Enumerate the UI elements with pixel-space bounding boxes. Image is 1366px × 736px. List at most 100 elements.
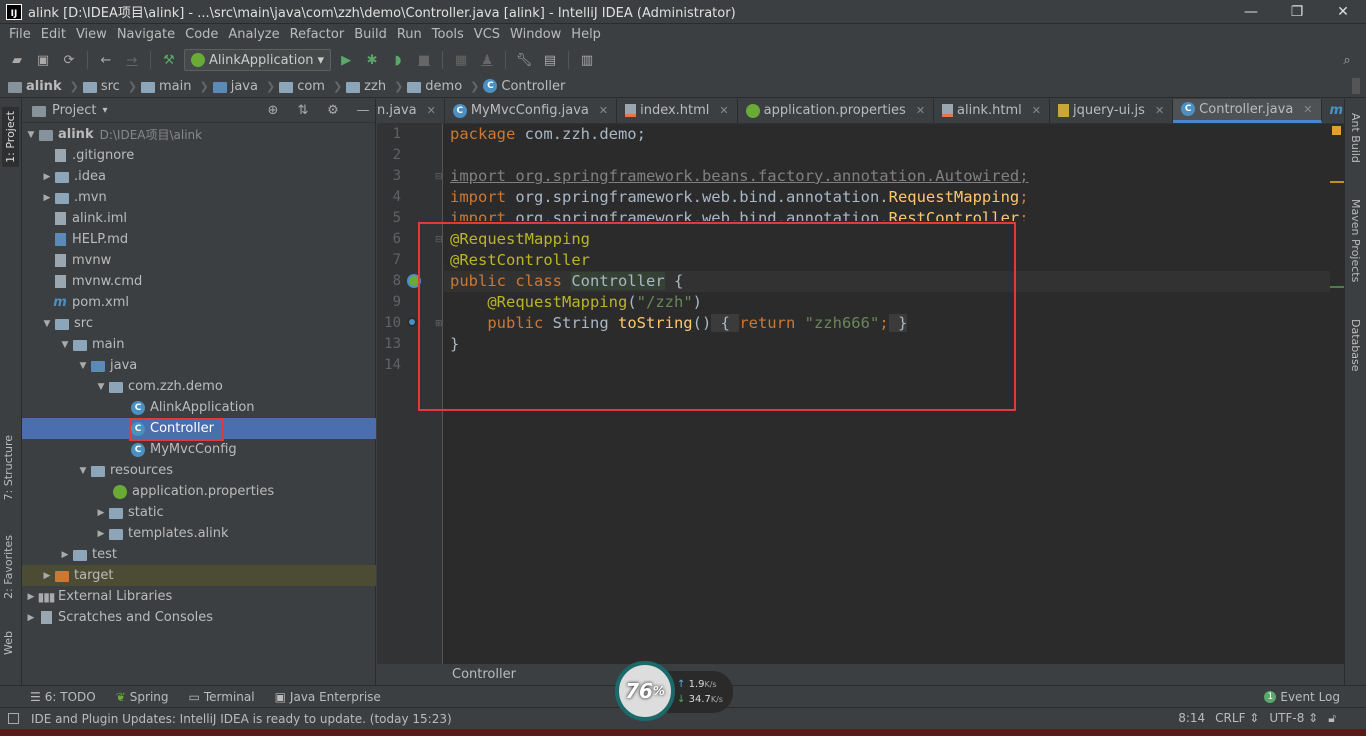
tool-terminal[interactable]: ▭ Terminal xyxy=(181,690,263,704)
menu-run[interactable]: Run xyxy=(392,24,427,45)
tab-web-tool[interactable]: Web xyxy=(2,631,15,655)
expand-arrow-icon[interactable]: ▶ xyxy=(24,613,38,623)
tree-item-static[interactable]: ▶ static xyxy=(22,502,376,523)
close-icon[interactable]: ✕ xyxy=(719,104,728,117)
tree-item-mvnw-cmd[interactable]: mvnw.cmd xyxy=(22,271,376,292)
editor-breadcrumb-controller[interactable]: Controller xyxy=(452,667,516,682)
tree-item-main[interactable]: ▼ main xyxy=(22,334,376,355)
close-icon[interactable]: ✕ xyxy=(427,104,436,117)
maximize-button[interactable]: ❐ xyxy=(1274,0,1320,24)
tree-item-mymvcconfig[interactable]: C MyMvcConfig xyxy=(22,439,376,460)
menu-edit[interactable]: Edit xyxy=(36,24,71,45)
override-gutter-icon[interactable] xyxy=(407,317,417,327)
locate-icon[interactable]: ⊕ xyxy=(261,103,285,118)
tool-spring[interactable]: ❦ Spring xyxy=(108,690,177,704)
search-everywhere-icon[interactable]: ⌕ xyxy=(1336,49,1358,71)
gear-icon[interactable]: ⚙ xyxy=(321,103,345,118)
tab-alink-html[interactable]: alink.html ✕ xyxy=(934,99,1050,123)
tab-project-tool[interactable]: 1: Project xyxy=(2,107,19,167)
sync-icon[interactable]: ⟳ xyxy=(58,49,80,71)
close-button[interactable]: ✕ xyxy=(1320,0,1366,24)
breadcrumb-alink[interactable]: alink xyxy=(8,79,66,94)
event-log-button[interactable]: 1 Event Log xyxy=(1256,690,1348,704)
tab-controller-java[interactable]: C Controller.java ✕ xyxy=(1173,99,1322,123)
editor-scrollbar[interactable] xyxy=(1330,124,1344,664)
status-toggle-icon[interactable] xyxy=(8,713,19,724)
tree-item-java[interactable]: ▼ java xyxy=(22,355,376,376)
tool-java-enterprise[interactable]: ▣ Java Enterprise xyxy=(267,690,389,704)
expand-arrow-icon[interactable]: ▼ xyxy=(24,130,38,140)
tree-item-test[interactable]: ▶ test xyxy=(22,544,376,565)
tree-item-mvnw[interactable]: mvnw xyxy=(22,250,376,271)
attach-icon[interactable]: ▦ xyxy=(450,49,472,71)
lock-icon[interactable]: 🔓︎ xyxy=(1328,711,1336,726)
expand-arrow-icon[interactable]: ▶ xyxy=(58,550,72,560)
breadcrumb-com[interactable]: com xyxy=(279,79,329,94)
build-hammer-icon[interactable]: ⚒ xyxy=(158,49,180,71)
menu-file[interactable]: File xyxy=(4,24,36,45)
menu-code[interactable]: Code xyxy=(180,24,223,45)
stop-icon[interactable]: ■ xyxy=(413,49,435,71)
profiler-icon[interactable]: ♟ xyxy=(476,49,498,71)
expand-arrow-icon[interactable]: ▼ xyxy=(76,361,90,371)
terminal-icon[interactable]: ▥ xyxy=(576,49,598,71)
tree-item-src[interactable]: ▼ src xyxy=(22,313,376,334)
tab-jquery-ui-js[interactable]: jquery-ui.js ✕ xyxy=(1050,99,1174,123)
tab-maven-projects[interactable]: Maven Projects xyxy=(1349,199,1362,282)
expand-arrow-icon[interactable]: ▼ xyxy=(76,466,90,476)
save-icon[interactable]: ▣ xyxy=(32,49,54,71)
chevron-down-icon[interactable]: ▾ xyxy=(102,105,107,116)
breadcrumb-controller[interactable]: C Controller xyxy=(483,79,569,94)
tree-item-resources[interactable]: ▼ resources xyxy=(22,460,376,481)
close-icon[interactable]: ✕ xyxy=(1032,104,1041,117)
expand-arrow-icon[interactable]: ▶ xyxy=(94,508,108,518)
fold-marker-icon[interactable]: ⊟ xyxy=(435,172,443,182)
tool-todo[interactable]: ☰ 6: TODO xyxy=(22,690,104,704)
run-configuration-select[interactable]: AlinkApplication ▾ xyxy=(184,49,332,71)
run-icon[interactable]: ▶ xyxy=(335,49,357,71)
tab-mymvcconfig[interactable]: C MyMvcConfig.java ✕ xyxy=(445,99,618,123)
line-separator[interactable]: CRLF ⇕ xyxy=(1215,711,1259,726)
menu-refactor[interactable]: Refactor xyxy=(285,24,350,45)
tree-item-alinkapplication[interactable]: C AlinkApplication xyxy=(22,397,376,418)
hide-panel-icon[interactable]: — xyxy=(351,103,375,118)
menu-analyze[interactable]: Analyze xyxy=(223,24,284,45)
menu-vcs[interactable]: VCS xyxy=(469,24,505,45)
breadcrumb-zzh[interactable]: zzh xyxy=(346,79,390,94)
breadcrumb-demo[interactable]: demo xyxy=(407,79,466,94)
tree-item-scratches[interactable]: ▶ Scratches and Consoles xyxy=(22,607,376,628)
collapse-all-icon[interactable]: ⇅ xyxy=(291,103,315,118)
tree-item-application-properties[interactable]: application.properties xyxy=(22,481,376,502)
expand-arrow-icon[interactable]: ▶ xyxy=(94,529,108,539)
expand-arrow-icon[interactable]: ▶ xyxy=(40,172,54,182)
tree-item-external-libraries[interactable]: ▶ ▮▮▮ External Libraries xyxy=(22,586,376,607)
breadcrumb-java[interactable]: java xyxy=(212,79,262,94)
menu-window[interactable]: Window xyxy=(505,24,566,45)
close-icon[interactable]: ✕ xyxy=(916,104,925,117)
expand-arrow-icon[interactable]: ▼ xyxy=(40,319,54,329)
tree-item-alink-iml[interactable]: alink.iml xyxy=(22,208,376,229)
nav-scroll-handle[interactable] xyxy=(1352,78,1360,94)
tab-favorites-tool[interactable]: 2: Favorites xyxy=(2,535,15,599)
back-icon[interactable]: ← xyxy=(95,49,117,71)
forward-icon[interactable]: → xyxy=(121,49,143,71)
caret-position[interactable]: 8:14 xyxy=(1178,711,1205,726)
tab-application-properties[interactable]: application.properties ✕ xyxy=(738,99,935,123)
menu-view[interactable]: View xyxy=(71,24,112,45)
tree-item-help-md[interactable]: HELP.md xyxy=(22,229,376,250)
tab-java-file[interactable]: n.java ✕ xyxy=(377,99,445,123)
close-icon[interactable]: ✕ xyxy=(1303,103,1312,116)
expand-arrow-icon[interactable]: ▶ xyxy=(40,193,54,203)
project-panel-title[interactable]: Project xyxy=(52,103,96,118)
close-icon[interactable]: ✕ xyxy=(599,104,608,117)
tab-ant-build[interactable]: Ant Build xyxy=(1349,113,1362,163)
tree-item-mvn[interactable]: ▶ .mvn xyxy=(22,187,376,208)
tree-item-templates-alink[interactable]: ▶ templates.alink xyxy=(22,523,376,544)
tree-item-pom-xml[interactable]: m pom.xml xyxy=(22,292,376,313)
menu-build[interactable]: Build xyxy=(349,24,392,45)
open-folder-icon[interactable]: ▰ xyxy=(6,49,28,71)
debug-icon[interactable]: ✱ xyxy=(361,49,383,71)
breadcrumb-src[interactable]: src xyxy=(82,79,124,94)
network-speed-widget[interactable]: ↑ 1.9K/s ↓ 34.7K/s 76% xyxy=(615,661,735,723)
expand-arrow-icon[interactable]: ▼ xyxy=(94,382,108,392)
